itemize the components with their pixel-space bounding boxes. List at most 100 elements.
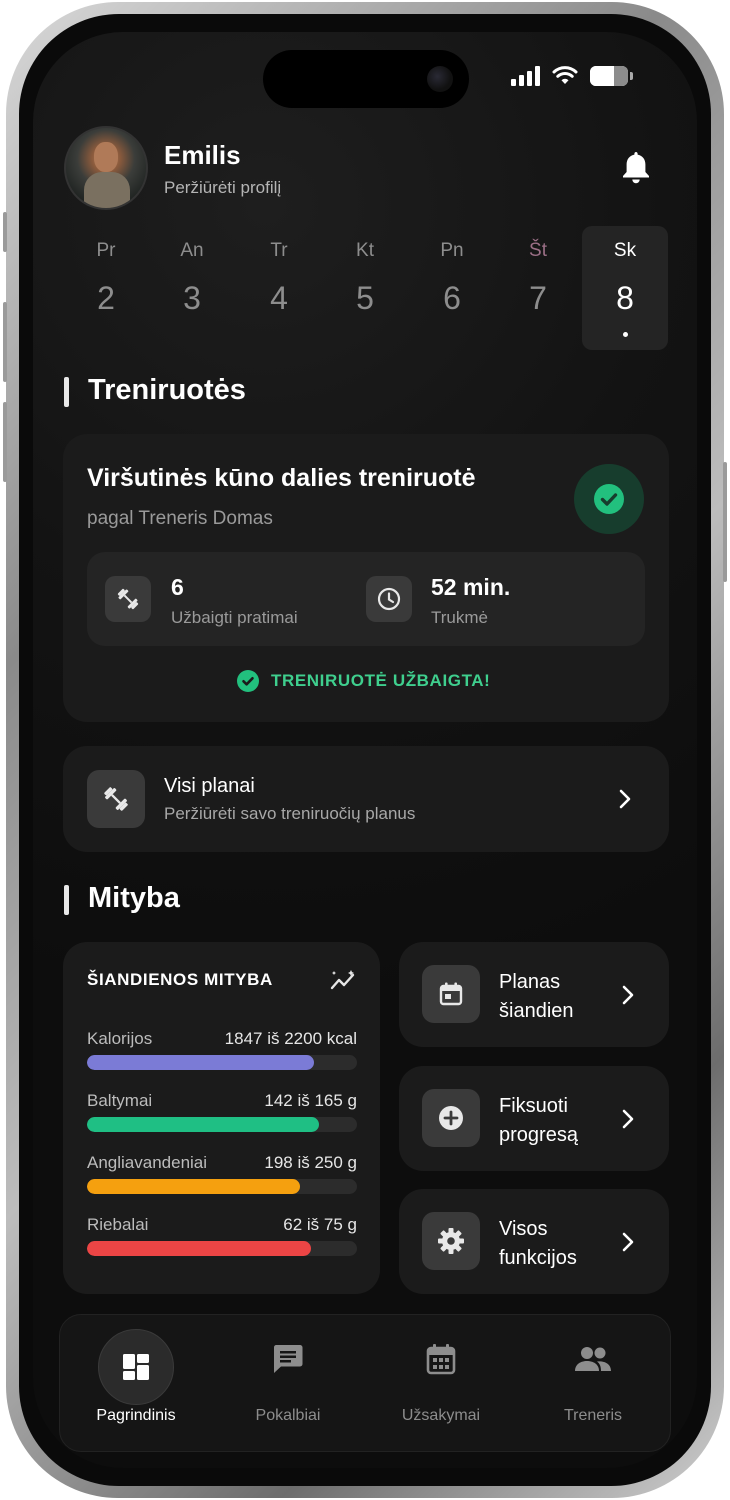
day-friday[interactable]: Pn 6 xyxy=(409,226,495,350)
chevron-right-icon xyxy=(622,1232,634,1252)
plan-today-line2: šiandien xyxy=(499,1000,574,1022)
protein-progress-bar xyxy=(87,1117,357,1132)
all-plans-title: Visi planai xyxy=(164,775,255,797)
tab-trainer[interactable]: Treneris xyxy=(517,1315,669,1451)
dumbbell-icon xyxy=(105,576,151,622)
log-progress-label: Fiksuoti progresą xyxy=(499,1092,578,1150)
log-progress-line2: progresą xyxy=(499,1124,578,1146)
daily-nutrition-card[interactable]: ŠIANDIENOS MITYBA Kalorijos 1847 iš 2200… xyxy=(63,942,380,1294)
day-name: Pr xyxy=(96,240,116,261)
app-screen: Emilis Peržiūrėti profilį Pr 2 An 3 Tr 4… xyxy=(33,32,697,1468)
tab-home[interactable]: Pagrindinis xyxy=(60,1315,212,1451)
user-name[interactable]: Emilis xyxy=(164,140,241,171)
calories-progress-bar xyxy=(87,1055,357,1070)
day-tuesday[interactable]: An 3 xyxy=(149,226,235,350)
protein-label: Baltymai xyxy=(87,1091,153,1110)
day-name: Tr xyxy=(270,240,288,261)
all-plans-row[interactable]: Visi planai Peržiūrėti savo treniruočių … xyxy=(63,746,669,852)
chat-icon xyxy=(264,1335,312,1383)
progress-fill xyxy=(87,1117,320,1132)
day-sunday-selected[interactable]: Sk 8 xyxy=(582,226,668,350)
plan-today-button[interactable]: Planas šiandien xyxy=(399,942,669,1047)
tab-label: Užsakymai xyxy=(401,1407,481,1424)
all-features-line2: funkcijos xyxy=(499,1247,577,1269)
day-wednesday[interactable]: Tr 4 xyxy=(236,226,322,350)
workout-trainer: pagal Treneris Domas xyxy=(87,508,273,529)
day-name: Kt xyxy=(356,240,374,261)
workout-card[interactable]: Viršutinės kūno dalies treniruotė pagal … xyxy=(63,434,669,722)
exercises-completed-label: Užbaigti pratimai xyxy=(171,608,298,627)
day-saturday[interactable]: Št 7 xyxy=(495,226,581,350)
calories-label: Kalorijos xyxy=(87,1029,153,1048)
workout-stats: 6 Užbaigti pratimai 52 min. Trukmė xyxy=(87,552,645,646)
calendar-icon xyxy=(422,965,480,1023)
plan-today-line1: Planas xyxy=(499,971,561,993)
status-bar xyxy=(511,66,633,86)
day-date: 4 xyxy=(270,280,288,316)
day-thursday[interactable]: Kt 5 xyxy=(322,226,408,350)
progress-fill xyxy=(87,1055,314,1070)
dynamic-island xyxy=(263,50,469,108)
workout-status-text: TRENIRUOTĖ UŽBAIGTA! xyxy=(271,671,491,690)
clock-icon xyxy=(366,576,412,622)
trending-icon xyxy=(330,970,355,990)
chevron-right-icon xyxy=(622,985,634,1005)
plus-circle-icon xyxy=(422,1089,480,1147)
bottom-tab-bar: Pagrindinis Pokalbiai Užsakymai Treneris xyxy=(59,1314,671,1452)
day-monday[interactable]: Pr 2 xyxy=(63,226,149,350)
power-button xyxy=(723,462,727,582)
day-name: Pn xyxy=(440,240,464,261)
volume-up-button xyxy=(3,302,7,382)
camera-icon xyxy=(427,66,453,92)
check-icon xyxy=(600,493,618,506)
day-date: 7 xyxy=(529,280,547,316)
fat-progress-bar xyxy=(87,1241,357,1256)
tab-orders[interactable]: Užsakymai xyxy=(365,1315,517,1451)
check-icon xyxy=(237,670,259,692)
workout-status: TRENIRUOTĖ UŽBAIGTA! xyxy=(237,670,490,692)
dumbbell-icon xyxy=(87,770,145,828)
bell-icon xyxy=(623,152,649,184)
carbs-progress-bar xyxy=(87,1179,357,1194)
battery-icon xyxy=(590,66,633,86)
gear-icon xyxy=(422,1212,480,1270)
day-date: 2 xyxy=(97,280,115,316)
day-name: Sk xyxy=(613,240,637,261)
dashboard-icon xyxy=(98,1329,174,1405)
all-plans-subtitle: Peržiūrėti savo treniruočių planus xyxy=(164,804,416,823)
view-profile-link[interactable]: Peržiūrėti profilį xyxy=(164,178,281,198)
exercises-completed-value: 6 xyxy=(171,574,184,600)
tab-label: Pagrindinis xyxy=(96,1407,176,1424)
all-features-button[interactable]: Visos funkcijos xyxy=(399,1189,669,1294)
progress-fill xyxy=(87,1179,301,1194)
calendar-icon xyxy=(417,1335,465,1383)
trainings-section-title: Treniruotės xyxy=(88,374,246,406)
workout-complete-badge xyxy=(574,464,644,534)
section-accent-bar xyxy=(64,885,69,915)
day-date: 5 xyxy=(356,280,374,316)
day-date: 6 xyxy=(443,280,461,316)
day-name: Št xyxy=(529,240,547,261)
duration-label: Trukmė xyxy=(431,608,488,627)
protein-value: 142 iš 165 g xyxy=(264,1091,357,1110)
daily-nutrition-title: ŠIANDIENOS MITYBA xyxy=(87,970,273,989)
all-features-label: Visos funkcijos xyxy=(499,1215,577,1273)
all-features-line1: Visos xyxy=(499,1218,548,1240)
week-day-selector: Pr 2 An 3 Tr 4 Kt 5 Pn 6 Št 7 Sk 8 xyxy=(63,226,669,350)
chevron-right-icon xyxy=(622,1109,634,1129)
cellular-signal-icon xyxy=(511,66,540,86)
selected-day-indicator xyxy=(623,332,628,337)
avatar[interactable] xyxy=(64,126,148,210)
log-progress-button[interactable]: Fiksuoti progresą xyxy=(399,1066,669,1171)
chevron-right-icon xyxy=(619,789,631,809)
tab-chats[interactable]: Pokalbiai xyxy=(212,1315,364,1451)
progress-fill xyxy=(87,1241,312,1256)
day-date: 3 xyxy=(183,280,201,316)
fat-value: 62 iš 75 g xyxy=(283,1215,357,1234)
volume-down-button xyxy=(3,402,7,482)
calories-value: 1847 iš 2200 kcal xyxy=(224,1029,357,1048)
notifications-button[interactable] xyxy=(621,150,651,189)
plan-today-label: Planas šiandien xyxy=(499,968,574,1026)
action-button xyxy=(3,212,7,252)
people-icon xyxy=(569,1335,617,1383)
